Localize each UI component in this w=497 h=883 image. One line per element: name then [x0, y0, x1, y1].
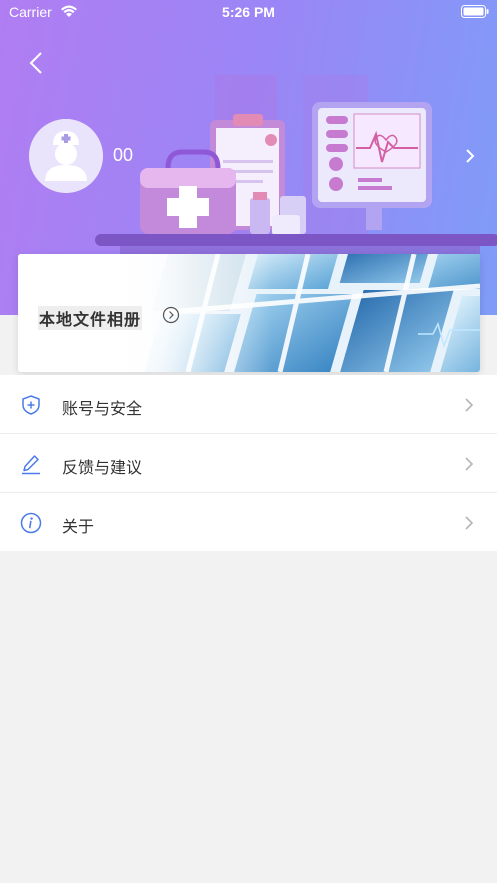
chevron-right-icon — [465, 516, 474, 530]
profile-chevron-icon[interactable] — [462, 146, 478, 166]
info-circle-icon — [20, 512, 42, 534]
settings-menu: 账号与安全 反馈与建议 关于 — [0, 375, 497, 551]
shield-plus-icon — [22, 395, 40, 415]
status-bar: Carrier 5:26 PM — [0, 0, 497, 26]
menu-item-about[interactable]: 关于 — [0, 493, 497, 551]
medical-illustration — [95, 75, 497, 254]
menu-item-label: 关于 — [62, 517, 95, 536]
clock-time: 5:26 PM — [222, 4, 275, 20]
arrow-circle-right-icon[interactable] — [162, 306, 180, 324]
menu-item-label: 账号与安全 — [62, 399, 143, 418]
back-button[interactable] — [22, 46, 52, 80]
profile-screen: Carrier 5:26 PM 00 本地文件相册 账号与安全 反馈与建议 关于 — [0, 0, 497, 883]
banner-title: 本地文件相册 — [38, 306, 143, 330]
chevron-right-icon — [465, 398, 474, 412]
menu-item-feedback[interactable]: 反馈与建议 — [0, 434, 497, 493]
menu-item-label: 反馈与建议 — [62, 458, 143, 477]
username[interactable]: 00 — [113, 145, 133, 166]
pencil-icon — [22, 455, 40, 475]
menu-item-account-security[interactable]: 账号与安全 — [0, 375, 497, 434]
doctor-avatar-icon — [29, 119, 103, 193]
chevron-right-icon — [465, 457, 474, 471]
avatar[interactable] — [29, 119, 103, 193]
battery-icon — [461, 5, 489, 18]
local-album-banner[interactable]: 本地文件相册 — [18, 254, 480, 372]
